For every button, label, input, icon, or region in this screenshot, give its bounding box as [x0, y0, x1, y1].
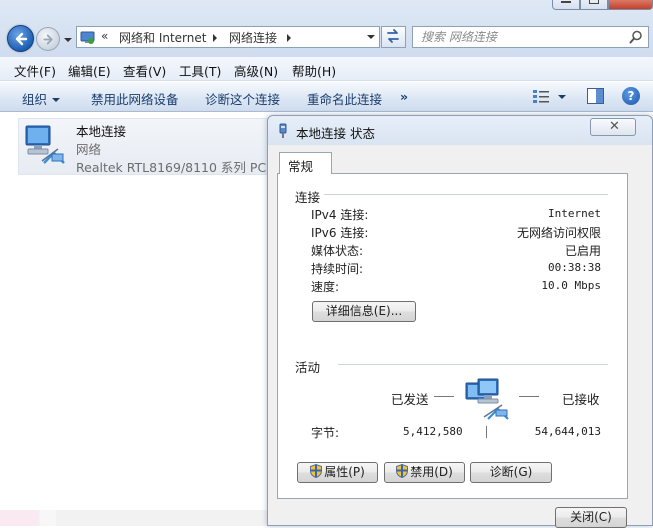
refresh-icon: [387, 29, 399, 43]
address-dropdown-button[interactable]: [363, 27, 379, 47]
group-divider: [338, 364, 608, 365]
breadcrumb-network-connections[interactable]: 网络连接: [229, 29, 277, 46]
maximize-icon: [589, 0, 599, 4]
media-state-value: 已启用: [564, 244, 601, 258]
status-segment: [40, 510, 56, 526]
search-icon[interactable]: [629, 30, 643, 44]
bytes-label: 字节:: [311, 426, 340, 440]
sent-connector: [434, 396, 454, 397]
received-connector: [519, 396, 539, 397]
menu-edit[interactable]: 编辑(E): [68, 61, 111, 80]
chevron-right-icon[interactable]: [287, 34, 291, 42]
received-label: 已接收: [562, 392, 600, 407]
status-strip: [0, 510, 268, 526]
uac-shield-icon: [396, 464, 409, 478]
menu-help[interactable]: 帮助(H): [292, 61, 336, 80]
back-arrow-icon: [15, 32, 28, 46]
dialog-titlebar[interactable]: 本地连接 状态 ✕: [268, 116, 652, 145]
close-button[interactable]: 关闭(C): [555, 507, 627, 528]
disable-label: 禁用(D): [410, 465, 453, 479]
menu-tools[interactable]: 工具(T): [179, 61, 221, 80]
network-activity-icon: [465, 378, 509, 420]
window-controls: [552, 0, 653, 10]
connection-group-label: 连接: [295, 187, 325, 206]
breadcrumb-overflow[interactable]: «: [101, 29, 108, 43]
properties-label: 属性(P): [324, 465, 365, 479]
organize-label: 组织: [22, 92, 48, 107]
status-segment: [0, 510, 38, 526]
command-bar: 组织 禁用此网络设备 诊断这个连接 重命名此连接 » ?: [0, 82, 653, 112]
general-tab-panel: 连接 IPv4 连接: Internet IPv6 连接: 无网络访问权限 媒体…: [277, 173, 628, 499]
media-state-label: 媒体状态:: [311, 244, 364, 258]
connection-status-dialog: 本地连接 状态 ✕ 常规 连接 IPv4 连接: Internet IPv6 连…: [267, 115, 653, 528]
menu-view[interactable]: 查看(V): [123, 61, 166, 80]
chevron-down-icon: [367, 35, 375, 39]
network-computer-icon: [25, 125, 65, 164]
properties-button[interactable]: 属性(P): [297, 462, 378, 483]
more-commands-button[interactable]: »: [400, 89, 408, 104]
ipv6-value: 无网络访问权限: [516, 226, 601, 240]
minimize-button[interactable]: [552, 0, 580, 10]
ipv4-value: Internet: [548, 207, 601, 220]
ipv6-label: IPv6 连接:: [311, 226, 369, 240]
group-divider: [318, 194, 608, 195]
network-folder-icon: [80, 31, 95, 44]
forward-button[interactable]: [36, 27, 60, 51]
diagnose-button[interactable]: 诊断(G): [470, 462, 552, 483]
dialog-close-button[interactable]: ✕: [590, 118, 636, 136]
details-button[interactable]: 详细信息(E)...: [312, 301, 416, 322]
connection-name: 本地连接: [76, 124, 127, 139]
disable-button[interactable]: 禁用(D): [384, 462, 465, 483]
speed-value: 10.0 Mbps: [541, 279, 601, 292]
menu-advanced[interactable]: 高级(N): [234, 61, 278, 80]
close-icon: ✕: [609, 119, 620, 134]
uac-shield-icon: [310, 464, 323, 478]
search-input[interactable]: [419, 28, 619, 46]
activity-divider: [486, 426, 487, 438]
bytes-received-value: 54,644,013: [534, 425, 601, 438]
duration-label: 持续时间:: [311, 262, 364, 276]
activity-group-label: 活动: [295, 357, 325, 376]
chevron-right-icon[interactable]: [213, 34, 217, 42]
duration-value: 00:38:38: [548, 261, 601, 274]
tab-general[interactable]: 常规: [279, 152, 332, 174]
network-plug-icon: [279, 123, 287, 138]
chevron-down-icon: [64, 38, 72, 42]
speed-label: 速度:: [311, 280, 340, 294]
local-connection-item[interactable]: 本地连接 网络 Realtek RTL8169/8110 系列 PC...: [18, 118, 278, 175]
preview-pane-icon[interactable]: [587, 88, 604, 104]
disable-device-button[interactable]: 禁用此网络设备: [91, 89, 179, 108]
connection-type: 网络: [76, 142, 102, 157]
refresh-button[interactable]: [381, 26, 406, 48]
diagnose-connection-button[interactable]: 诊断这个连接: [205, 89, 280, 108]
help-icon[interactable]: ?: [622, 87, 640, 105]
address-bar[interactable]: « 网络和 Internet 网络连接: [76, 26, 380, 48]
minimize-icon: [561, 0, 571, 3]
recent-pages-button[interactable]: [63, 34, 73, 44]
breadcrumb-network-internet[interactable]: 网络和 Internet: [119, 29, 206, 46]
view-options-dropdown[interactable]: [558, 95, 566, 99]
sent-label: 已发送: [391, 392, 429, 407]
forward-arrow-icon: [43, 34, 53, 45]
menu-bar: 文件(F) 编辑(E) 查看(V) 工具(T) 高级(N) 帮助(H): [0, 57, 653, 81]
chevron-down-icon: [52, 98, 61, 102]
search-box[interactable]: [412, 26, 649, 48]
rename-connection-button[interactable]: 重命名此连接: [307, 89, 382, 108]
ipv4-label: IPv4 连接:: [311, 208, 369, 222]
menu-file[interactable]: 文件(F): [14, 61, 56, 80]
back-button[interactable]: [7, 25, 34, 52]
maximize-button[interactable]: [580, 0, 608, 10]
tab-general-label: 常规: [288, 159, 314, 174]
dialog-title: 本地连接 状态: [296, 126, 375, 141]
organize-button[interactable]: 组织: [22, 89, 61, 108]
bytes-sent-value: 5,412,580: [403, 425, 463, 438]
connection-device: Realtek RTL8169/8110 系列 PC...: [76, 160, 279, 175]
close-window-button[interactable]: [608, 0, 653, 10]
change-view-icon[interactable]: [532, 88, 550, 105]
